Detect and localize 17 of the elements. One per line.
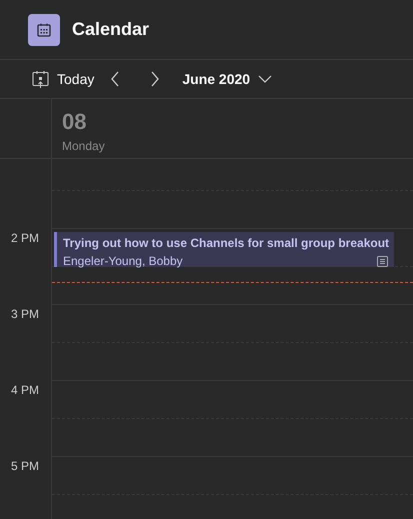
today-icon	[32, 70, 49, 88]
day-number: 08	[62, 111, 88, 133]
time-label: 2 PM	[10, 231, 39, 245]
event-title: Trying out how to use Channels for small group breakout	[63, 235, 388, 252]
app-title: Calendar	[72, 18, 150, 41]
today-button[interactable]: Today	[32, 68, 94, 90]
time-label: 5 PM	[10, 459, 39, 473]
weekday-label: Monday	[62, 138, 106, 155]
calendar-event[interactable]: Trying out how to use Channels for small group breakout Engeler-Young, Bobby	[54, 232, 394, 267]
chevron-down-icon	[258, 75, 272, 83]
previous-icon[interactable]	[110, 71, 120, 87]
event-organizer: Engeler-Young, Bobby	[63, 253, 183, 270]
calendar-app-icon	[28, 14, 60, 46]
month-dropdown[interactable]: June 2020	[182, 68, 272, 90]
time-label: 4 PM	[10, 383, 39, 397]
next-icon[interactable]	[150, 71, 160, 87]
time-label: 3 PM	[10, 307, 39, 321]
